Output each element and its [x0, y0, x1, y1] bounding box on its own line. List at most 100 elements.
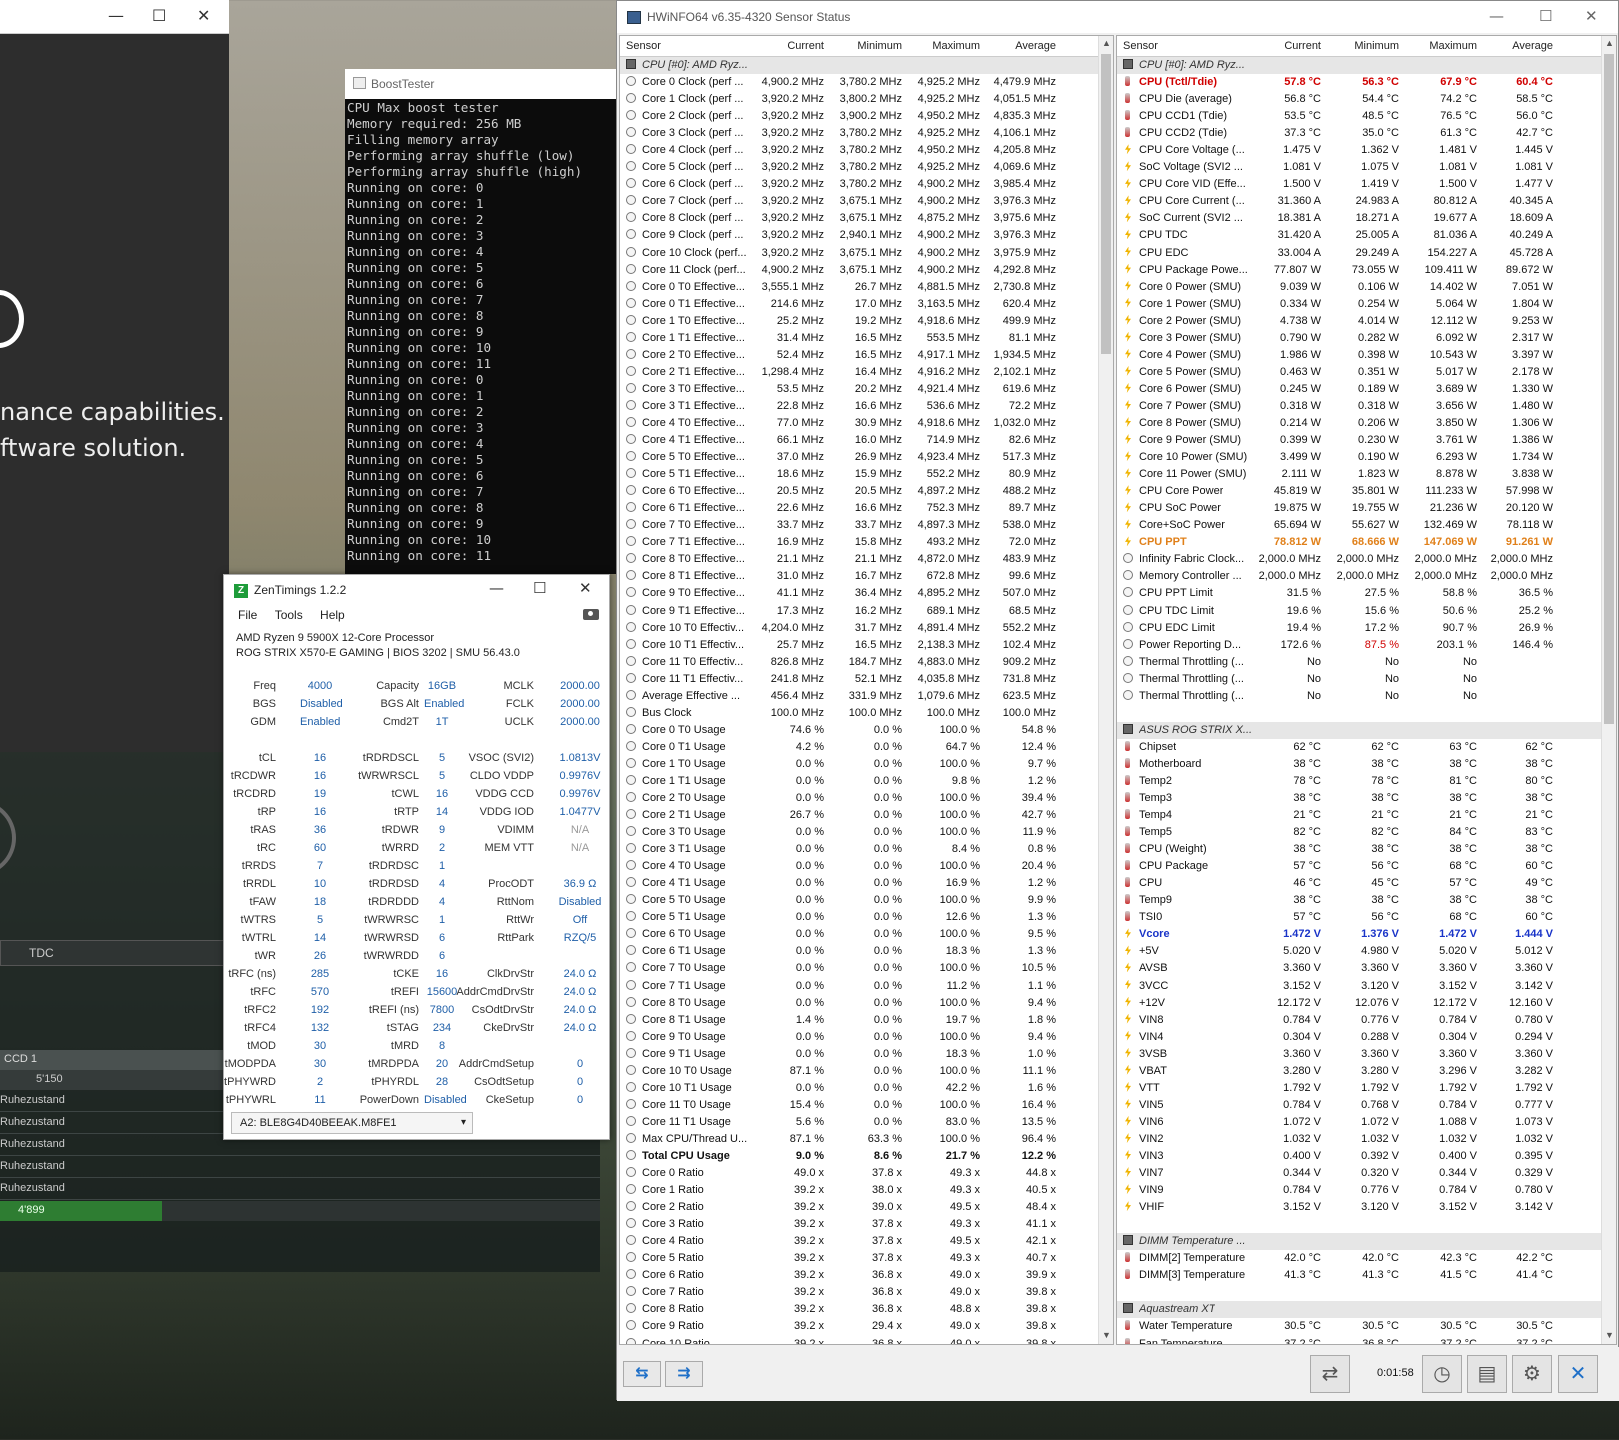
sensor-row[interactable]: Core 10 T1 Effectiv... 25.7 MHz 16.5 MHz 2,… — [620, 637, 1113, 654]
sensor-row[interactable]: Core 3 T1 Usage 0.0 % 0.0 % 8.4 % 0.8 % — [620, 841, 1113, 858]
sensor-row[interactable]: Core 2 Clock (perf ... 3,920.2 MHz 3,900.2… — [620, 108, 1113, 125]
sensor-row[interactable]: CPU Package Powe... 77.807 W 73.055 W 109.4… — [1117, 262, 1616, 279]
minimize-icon[interactable]: — — [108, 6, 124, 25]
sensor-row[interactable]: Core 9 Power (SMU) 0.399 W 0.230 W 3.761 W 1… — [1117, 432, 1616, 449]
sensor-row[interactable]: Core 11 T0 Usage 15.4 % 0.0 % 100.0 % 16.4 % — [620, 1097, 1113, 1114]
sensor-row[interactable]: Core+SoC Power 65.694 W 55.627 W 132.469 W 7… — [1117, 517, 1616, 534]
sensor-row[interactable]: Core 10 Power (SMU) 3.499 W 0.190 W 6.293 W… — [1117, 449, 1616, 466]
sensor-row[interactable]: 3VSB 3.360 V 3.360 V 3.360 V 3.360 V — [1117, 1046, 1616, 1063]
screenshot-camera-icon[interactable] — [583, 609, 599, 620]
sensor-row[interactable]: Temp5 82 °C 82 °C 84 °C 83 °C — [1117, 824, 1616, 841]
sensor-row[interactable]: Core 3 T1 Effective... 22.8 MHz 16.6 MHz 53… — [620, 398, 1113, 415]
sensor-row[interactable]: CPU TDC Limit 19.6 % 15.6 % 50.6 % 25.2 % — [1117, 603, 1616, 620]
sensor-row[interactable]: Core 3 Power (SMU) 0.790 W 0.282 W 6.092 W 2… — [1117, 330, 1616, 347]
dimm-select[interactable]: A2: BLE8G4D40BEEAK.M8FE1 — [231, 1112, 473, 1134]
sensor-row[interactable]: Temp9 38 °C 38 °C 38 °C 38 °C — [1117, 892, 1616, 909]
sensor-row[interactable]: Motherboard 38 °C 38 °C 38 °C 38 °C — [1117, 756, 1616, 773]
sensor-row[interactable]: Temp3 38 °C 38 °C 38 °C 38 °C — [1117, 790, 1616, 807]
sensor-row[interactable]: Core 5 T1 Usage 0.0 % 0.0 % 12.6 % 1.3 % — [620, 909, 1113, 926]
header-current[interactable]: Current — [1243, 40, 1321, 52]
sensor-group-header[interactable]: CPU [#0]: AMD Ryz... — [620, 57, 1113, 75]
sensor-row[interactable]: Core 7 Ratio 39.2 x 36.8 x 49.0 x 39.8 x — [620, 1284, 1113, 1301]
column-header[interactable]: Sensor Current Minimum Maximum Average — [1117, 36, 1616, 57]
menu-help[interactable]: Help — [320, 608, 345, 622]
log-file-icon[interactable]: ▤ — [1467, 1355, 1507, 1393]
sensor-group-header[interactable]: Aquastream XT — [1117, 1301, 1616, 1319]
sensor-row[interactable]: Core 5 T1 Effective... 18.6 MHz 15.9 MHz 55… — [620, 466, 1113, 483]
sensor-row[interactable]: VIN7 0.344 V 0.320 V 0.344 V 0.329 V — [1117, 1165, 1616, 1182]
sensor-row[interactable]: Infinity Fabric Clock... 2,000.0 MHz 2,000… — [1117, 551, 1616, 568]
sensor-row[interactable]: Core 2 Ratio 39.2 x 39.0 x 49.5 x 48.4 x — [620, 1199, 1113, 1216]
sensor-row[interactable]: Core 5 T0 Effective... 37.0 MHz 26.9 MHz 4,… — [620, 449, 1113, 466]
sensor-row[interactable]: CPU CCD2 (Tdie) 37.3 °C 35.0 °C 61.3 °C 42.7… — [1117, 125, 1616, 142]
sensor-row[interactable]: Core 8 Clock (perf ... 3,920.2 MHz 3,675.1… — [620, 210, 1113, 227]
sensor-row[interactable]: Core 2 Power (SMU) 4.738 W 4.014 W 12.112 W… — [1117, 313, 1616, 330]
minimize-icon[interactable]: — — [1489, 7, 1504, 25]
sensor-row[interactable]: Core 8 T0 Effective... 21.1 MHz 21.1 MHz 4,… — [620, 551, 1113, 568]
sensor-row[interactable]: VIN8 0.784 V 0.776 V 0.784 V 0.780 V — [1117, 1012, 1616, 1029]
sensor-row[interactable]: Total CPU Usage 9.0 % 8.6 % 21.7 % 12.2 % — [620, 1148, 1113, 1165]
sensor-row[interactable]: Core 9 T0 Effective... 41.1 MHz 36.4 MHz 4,… — [620, 585, 1113, 602]
sensor-row[interactable]: VBAT 3.280 V 3.280 V 3.296 V 3.282 V — [1117, 1063, 1616, 1080]
sensor-row[interactable]: CPU 46 °C 45 °C 57 °C 49 °C — [1117, 875, 1616, 892]
network-button[interactable]: ⇄ — [1310, 1355, 1350, 1393]
close-icon[interactable]: ✕ — [579, 579, 592, 597]
sensor-pane-right[interactable]: Sensor Current Minimum Maximum Average CPU [#… — [1116, 35, 1617, 1345]
header-maximum[interactable]: Maximum — [1401, 40, 1477, 52]
sensor-row[interactable]: Core 7 T1 Usage 0.0 % 0.0 % 11.2 % 1.1 % — [620, 978, 1113, 995]
sensor-row[interactable]: Core 6 Clock (perf ... 3,920.2 MHz 3,780.2… — [620, 176, 1113, 193]
sensor-row[interactable]: Core 1 T1 Effective... 31.4 MHz 16.5 MHz 55… — [620, 330, 1113, 347]
sensor-row[interactable]: Core 2 T1 Effective... 1,298.4 MHz 16.4 MH… — [620, 364, 1113, 381]
sensor-row[interactable]: Core 6 Power (SMU) 0.245 W 0.189 W 3.689 W 1… — [1117, 381, 1616, 398]
sensor-row[interactable]: Core 11 Power (SMU) 2.111 W 1.823 W 8.878 W… — [1117, 466, 1616, 483]
sensor-row[interactable]: VIN6 1.072 V 1.072 V 1.088 V 1.073 V — [1117, 1114, 1616, 1131]
sensor-row[interactable]: Core 10 Ratio 39.2 x 36.8 x 49.0 x 39.8 x — [620, 1336, 1113, 1344]
sensor-row[interactable]: CPU Core Current (... 31.360 A 24.983 A 80.… — [1117, 193, 1616, 210]
sensor-row[interactable]: Core 0 Ratio 49.0 x 37.8 x 49.3 x 44.8 x — [620, 1165, 1113, 1182]
sensor-row[interactable]: TSI0 57 °C 56 °C 68 °C 60 °C — [1117, 909, 1616, 926]
sensor-row[interactable]: Core 10 Clock (perf... 3,920.2 MHz 3,675.1… — [620, 245, 1113, 262]
header-minimum[interactable]: Minimum — [826, 40, 902, 52]
maximize-icon[interactable]: ☐ — [533, 579, 546, 597]
sensor-row[interactable]: Thermal Throttling (... No No No — [1117, 654, 1616, 671]
sensor-row[interactable]: Core 4 T1 Effective... 66.1 MHz 16.0 MHz 71… — [620, 432, 1113, 449]
vertical-scrollbar[interactable]: ▲ ▼ — [1601, 36, 1616, 1344]
header-maximum[interactable]: Maximum — [904, 40, 980, 52]
sensor-row[interactable]: Core 8 T0 Usage 0.0 % 0.0 % 100.0 % 9.4 % — [620, 995, 1113, 1012]
sensor-row[interactable]: Core 1 T1 Usage 0.0 % 0.0 % 9.8 % 1.2 % — [620, 773, 1113, 790]
sensor-row[interactable]: Core 2 T0 Effective... 52.4 MHz 16.5 MHz 4,… — [620, 347, 1113, 364]
sensor-row[interactable]: Core 7 T0 Usage 0.0 % 0.0 % 100.0 % 10.5 % — [620, 960, 1113, 977]
settings-gear-icon[interactable]: ⚙ — [1512, 1355, 1552, 1393]
sensor-row[interactable]: DIMM[2] Temperature 42.0 °C 42.0 °C 42.3 °C… — [1117, 1250, 1616, 1267]
sensor-row[interactable]: Core 8 Power (SMU) 0.214 W 0.206 W 3.850 W 1… — [1117, 415, 1616, 432]
sensor-row[interactable]: Temp4 21 °C 21 °C 21 °C 21 °C — [1117, 807, 1616, 824]
sensor-row[interactable]: VIN4 0.304 V 0.288 V 0.304 V 0.294 V — [1117, 1029, 1616, 1046]
sensor-row[interactable]: CPU EDC Limit 19.4 % 17.2 % 90.7 % 26.9 % — [1117, 620, 1616, 637]
menu-tools[interactable]: Tools — [275, 608, 303, 622]
sensor-row[interactable]: Core 9 Clock (perf ... 3,920.2 MHz 2,940.1… — [620, 227, 1113, 244]
scroll-down-icon[interactable]: ▼ — [1102, 1330, 1111, 1340]
sensor-row[interactable]: Core 3 Ratio 39.2 x 37.8 x 49.3 x 41.1 x — [620, 1216, 1113, 1233]
sensor-row[interactable]: Core 4 Clock (perf ... 3,920.2 MHz 3,780.2… — [620, 142, 1113, 159]
header-sensor[interactable]: Sensor — [1123, 40, 1158, 52]
sensor-row[interactable]: CPU Core VID (Effe... 1.500 V 1.419 V 1.500… — [1117, 176, 1616, 193]
sensor-row[interactable]: Thermal Throttling (... No No No — [1117, 688, 1616, 705]
sensor-row[interactable]: Core 1 Power (SMU) 0.334 W 0.254 W 5.064 W 1… — [1117, 296, 1616, 313]
sensor-pane-left[interactable]: Sensor Current Minimum Maximum Average CPU [#… — [619, 35, 1114, 1345]
sensor-row[interactable]: Core 6 Ratio 39.2 x 36.8 x 49.0 x 39.9 x — [620, 1267, 1113, 1284]
sensor-row[interactable]: Core 5 Clock (perf ... 3,920.2 MHz 3,780.2… — [620, 159, 1113, 176]
sensor-row[interactable]: VIN9 0.784 V 0.776 V 0.784 V 0.780 V — [1117, 1182, 1616, 1199]
sensor-row[interactable]: CPU Core Voltage (... 1.475 V 1.362 V 1.481… — [1117, 142, 1616, 159]
menu-file[interactable]: File — [238, 608, 257, 622]
sensor-row[interactable]: Core 9 T1 Effective... 17.3 MHz 16.2 MHz 68… — [620, 603, 1113, 620]
sensor-row[interactable]: Core 7 T0 Effective... 33.7 MHz 33.7 MHz 4,… — [620, 517, 1113, 534]
sensor-row[interactable]: Core 1 Ratio 39.2 x 38.0 x 49.3 x 40.5 x — [620, 1182, 1113, 1199]
sensor-row[interactable]: Core 4 Power (SMU) 1.986 W 0.398 W 10.543 W… — [1117, 347, 1616, 364]
sensor-row[interactable]: Core 9 T1 Usage 0.0 % 0.0 % 18.3 % 1.0 % — [620, 1046, 1113, 1063]
sensor-row[interactable]: Core 3 T0 Effective... 53.5 MHz 20.2 MHz 4,… — [620, 381, 1113, 398]
sensor-row[interactable]: +5V 5.020 V 4.980 V 5.020 V 5.012 V — [1117, 943, 1616, 960]
sensor-row[interactable]: Core 8 T1 Usage 1.4 % 0.0 % 19.7 % 1.8 % — [620, 1012, 1113, 1029]
maximize-icon[interactable]: ☐ — [1539, 7, 1552, 25]
sensor-row[interactable]: Core 4 Ratio 39.2 x 37.8 x 49.5 x 42.1 x — [620, 1233, 1113, 1250]
sensor-row[interactable]: Core 11 T0 Effectiv... 826.8 MHz 184.7 MHz… — [620, 654, 1113, 671]
